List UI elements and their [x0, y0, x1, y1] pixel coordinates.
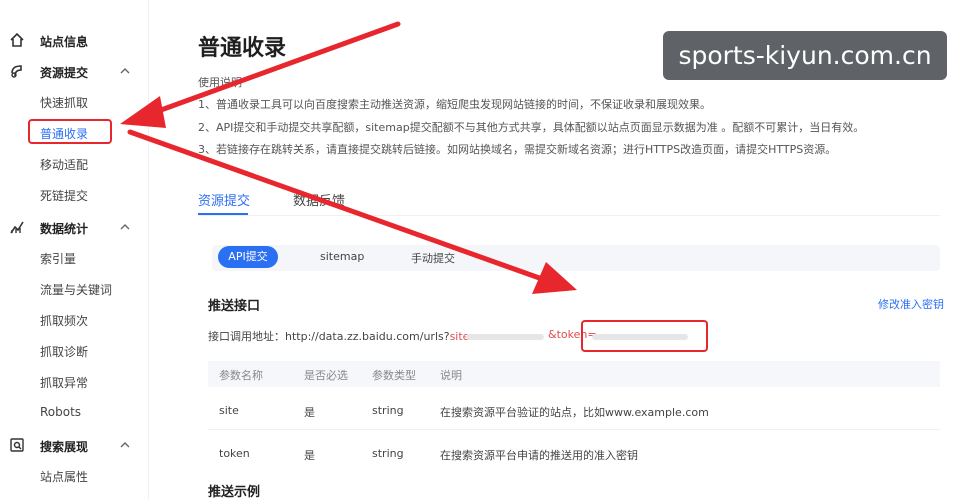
row-divider: [208, 429, 940, 430]
nav-group-label: 站点信息: [40, 35, 89, 49]
table-cell: 是: [304, 406, 315, 419]
table-header-cell: 参数类型: [372, 369, 416, 382]
table-cell: token: [219, 447, 250, 460]
chevron-up-icon[interactable]: [118, 438, 132, 452]
segment-sitemap[interactable]: sitemap: [320, 250, 364, 263]
home-icon: [10, 32, 24, 47]
chevron-up-icon[interactable]: [118, 220, 132, 234]
nav-group-label: 数据统计: [40, 222, 89, 236]
table-cell: site: [219, 404, 239, 417]
sidebar-item-crawl-frequency[interactable]: 抓取频次: [40, 312, 88, 329]
page-title: 普通收录: [198, 36, 287, 61]
table-cell: string: [372, 447, 404, 460]
tab-resource-submit[interactable]: 资源提交: [198, 190, 250, 209]
table-cell: 在搜索资源平台申请的推送用的准入密钥: [440, 449, 638, 462]
sidebar-item-crawl-error[interactable]: 抓取异常: [40, 374, 88, 391]
segment-manual-submit[interactable]: 手动提交: [411, 250, 455, 266]
annotation-highlight-box: [581, 320, 708, 352]
table-cell: 在搜索资源平台验证的站点，比如www.example.com: [440, 406, 709, 419]
push-section-title: 推送接口: [208, 299, 261, 314]
nav-group-label: 资源提交: [40, 66, 89, 80]
table-header-cell: 说明: [440, 369, 462, 382]
submit-icon: [11, 65, 22, 78]
divider: [198, 215, 940, 216]
usage-note: 1、普通收录工具可以向百度搜索主动推送资源，缩短爬虫发现网站链接的时间，不保证收…: [198, 98, 711, 111]
endpoint-label: 接口调用地址：: [208, 330, 285, 343]
sidebar-item-dead-link[interactable]: 死链提交: [40, 187, 88, 204]
sidebar-item-robots[interactable]: Robots: [40, 405, 81, 419]
segment-api-submit[interactable]: API提交: [218, 246, 278, 268]
sidebar-item-mobile-adapt[interactable]: 移动适配: [40, 156, 88, 173]
usage-note: 2、API提交和手动提交共享配额，sitemap提交配额不与其他方式共享，具体配…: [198, 121, 865, 134]
annotation-highlight-box: [28, 119, 112, 144]
sidebar-item-site-attributes[interactable]: 站点属性: [40, 468, 88, 485]
sidebar-item-traffic[interactable]: 流量与关键词: [40, 281, 112, 298]
nav-group-site-info[interactable]: 站点信息: [0, 29, 148, 51]
sidebar-item-index[interactable]: 索引量: [40, 250, 76, 267]
watermark: sports-kiyun.com.cn: [663, 31, 947, 80]
table-cell: 是: [304, 449, 315, 462]
endpoint-url[interactable]: http://data.zz.baidu.com/urls?: [285, 330, 450, 343]
table-cell: string: [372, 404, 404, 417]
usage-heading: 使用说明: [198, 76, 242, 89]
nav-group-statistics[interactable]: 数据统计: [0, 216, 148, 238]
usage-note: 3、若链接存在跳转关系，请直接提交跳转后链接。如网站换域名，需提交新域名资源；进…: [198, 143, 837, 156]
nav-group-label: 搜索展现: [40, 440, 89, 454]
table-header-cell: 参数名称: [219, 369, 263, 382]
nav-group-resource-submit[interactable]: 资源提交: [0, 60, 148, 82]
sidebar-item-crawl-diagnosis[interactable]: 抓取诊断: [40, 343, 88, 360]
chevron-up-icon[interactable]: [118, 64, 132, 78]
tab-data-feedback[interactable]: 数据反馈: [293, 190, 345, 209]
chart-icon: [10, 221, 24, 234]
endpoint-line: 接口调用地址：http://data.zz.baidu.com/urls?sit…: [208, 328, 479, 344]
table-header-cell: 是否必选: [304, 369, 348, 382]
search-display-icon: [10, 438, 24, 452]
example-section-title: 推送示例: [208, 485, 261, 500]
sidebar-item-quick-crawl[interactable]: 快速抓取: [40, 94, 88, 111]
redacted-site-value: [466, 334, 544, 340]
nav-group-search-display[interactable]: 搜索展现: [0, 434, 148, 456]
sidebar: 站点信息 资源提交 快速抓取 普通收录 移动适配 死链提交 数据统计 索引量 流…: [0, 0, 149, 499]
modify-token-link[interactable]: 修改准入密钥: [878, 296, 944, 312]
